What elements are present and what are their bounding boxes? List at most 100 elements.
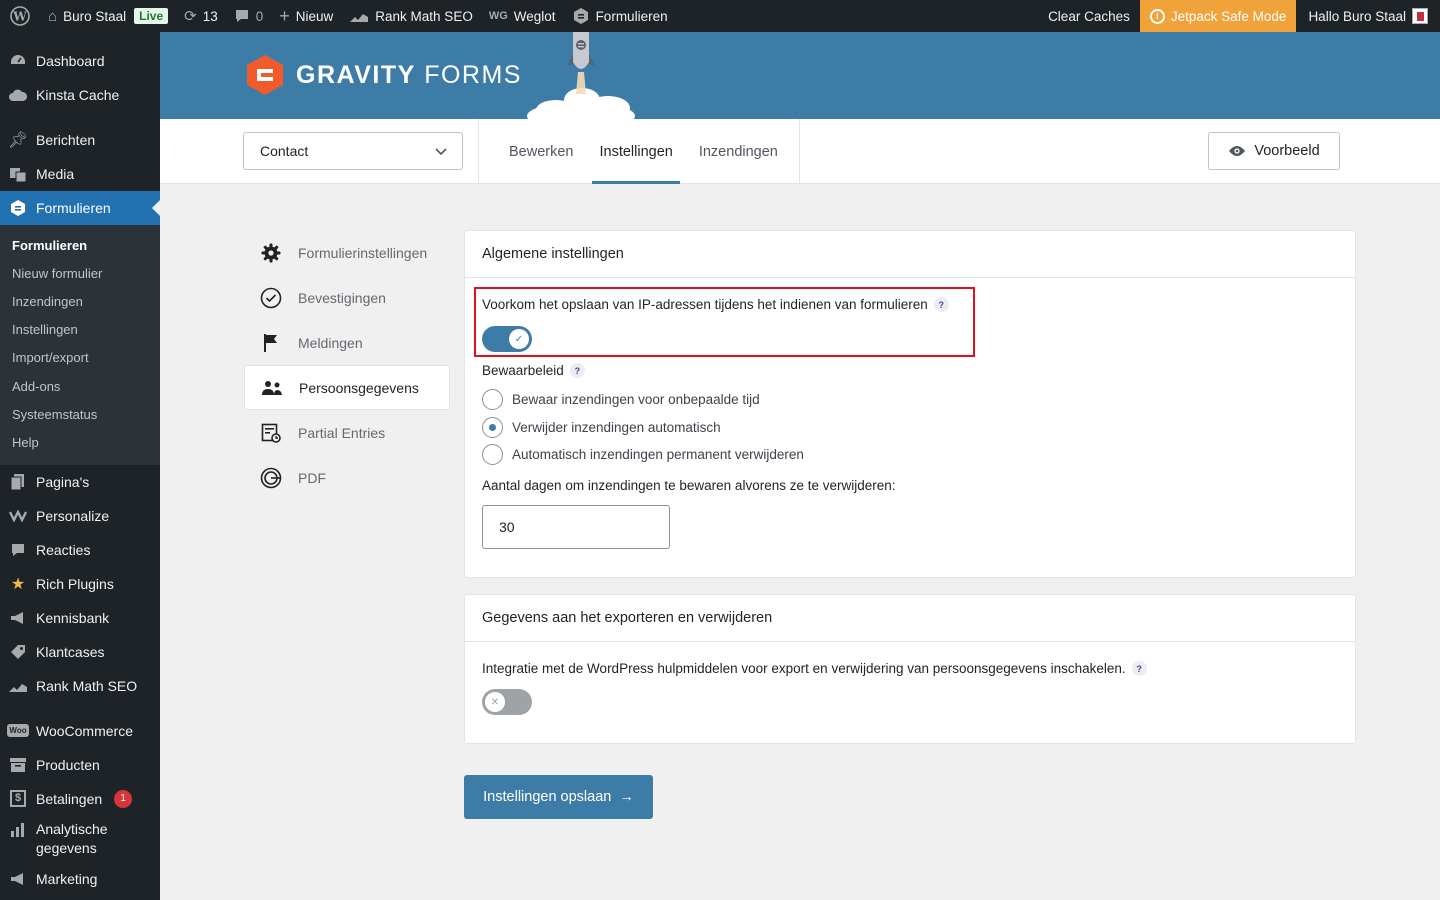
new-content-link[interactable]: + Nieuw: [271, 0, 341, 32]
sidebar-item-marketing[interactable]: Marketing: [0, 862, 160, 896]
settings-nav-meldingen[interactable]: Meldingen: [244, 320, 450, 365]
save-label: Instellingen opslaan: [483, 789, 612, 805]
comment-icon: [8, 540, 28, 560]
radio-button[interactable]: [482, 416, 503, 438]
sidebar-item-personalize[interactable]: Personalize: [0, 499, 160, 533]
chevron-down-icon: [435, 148, 447, 156]
formulieren-submenu: Formulieren Nieuw formulier Inzendingen …: [0, 225, 160, 465]
close-icon: ✕: [485, 692, 505, 712]
sidebar-item-label: Betalingen: [36, 790, 103, 807]
sidebar-item-woocommerce[interactable]: Woo WooCommerce: [0, 714, 160, 748]
integration-text: Integratie met de WordPress hulpmiddelen…: [482, 661, 1126, 676]
form-toolbar: Contact Bewerken Instellingen Inzendinge…: [160, 119, 1440, 184]
days-value: 30: [499, 519, 515, 535]
export-settings-panel: Gegevens aan het exporteren en verwijder…: [464, 594, 1356, 744]
submenu-item-inzendingen[interactable]: Inzendingen: [0, 287, 160, 315]
weglot-label: Weglot: [513, 8, 556, 24]
sidebar-item-label: Kennisbank: [36, 609, 110, 626]
sidebar-item-berichten[interactable]: 📌︎ Berichten: [0, 123, 160, 157]
sidebar-item-media[interactable]: Media: [0, 157, 160, 191]
jetpack-label: Jetpack Safe Mode: [1170, 8, 1287, 24]
sidebar-item-label: Berichten: [36, 132, 96, 148]
gravity-forms-icon: [573, 8, 588, 24]
panel-title: Gegevens aan het exporteren en verwijder…: [465, 595, 1355, 642]
tab-bewerken[interactable]: Bewerken: [502, 119, 580, 184]
radio-label: Bewaar inzendingen voor onbepaalde tijd: [512, 392, 760, 408]
settings-nav-partial-entries[interactable]: Partial Entries: [244, 410, 450, 455]
sidebar-item-formulieren[interactable]: Formulieren: [0, 191, 160, 225]
form-switcher-select[interactable]: Contact: [243, 132, 463, 170]
help-icon[interactable]: ?: [569, 363, 585, 378]
rankmath-icon: [350, 14, 369, 22]
live-badge: Live: [134, 8, 169, 24]
updates-count: 13: [202, 8, 218, 24]
sidebar-item-reacties[interactable]: Reacties: [0, 533, 160, 567]
submenu-item-import-export[interactable]: Import/export: [0, 344, 160, 372]
sidebar-item-label: Klantcases: [36, 643, 105, 660]
tab-instellingen[interactable]: Instellingen: [592, 119, 681, 184]
days-input[interactable]: 30: [482, 505, 670, 549]
settings-nav-label: Formulierinstellingen: [298, 244, 428, 261]
sidebar-item-producten[interactable]: Producten: [0, 748, 160, 782]
sidebar-item-dashboard[interactable]: Dashboard: [0, 44, 160, 78]
sidebar-item-label: Reacties: [36, 541, 91, 558]
sidebar-item-label: Rich Plugins: [36, 575, 114, 592]
dashboard-icon: [8, 51, 28, 71]
avatar: [1412, 8, 1428, 24]
forms-link[interactable]: Formulieren: [564, 0, 676, 32]
sidebar-item-paginas[interactable]: Pagina's: [0, 465, 160, 499]
submenu-item-add-ons[interactable]: Add-ons: [0, 372, 160, 400]
submenu-item-formulieren[interactable]: Formulieren: [0, 231, 160, 259]
submenu-item-nieuw-formulier[interactable]: Nieuw formulier: [0, 259, 160, 287]
settings-nav-persoonsgegevens[interactable]: Persoonsgegevens: [244, 365, 450, 410]
radio-button[interactable]: [482, 444, 503, 466]
wordpress-logo-button[interactable]: W: [0, 0, 40, 32]
my-account-menu[interactable]: Hallo Buro Staal: [1296, 0, 1440, 32]
people-icon: [261, 377, 283, 399]
sidebar-item-kinsta-cache[interactable]: Kinsta Cache: [0, 78, 160, 112]
gravity-forms-logo: GRAVITY FORMS: [244, 54, 522, 96]
comments-link[interactable]: 0: [226, 0, 272, 32]
settings-nav-label: Partial Entries: [298, 424, 386, 441]
help-icon[interactable]: ?: [1131, 661, 1147, 676]
submenu-item-systeemstatus[interactable]: Systeemstatus: [0, 400, 160, 428]
submenu-item-instellingen[interactable]: Instellingen: [0, 316, 160, 344]
retention-option-keep[interactable]: Bewaar inzendingen voor onbepaalde tijd: [482, 386, 804, 414]
sidebar-item-analytische-gegevens[interactable]: Analytische gegevens: [0, 816, 160, 862]
site-name-link[interactable]: ⌂ Buro Staal Live: [40, 0, 176, 32]
tab-inzendingen[interactable]: Inzendingen: [692, 119, 785, 184]
save-settings-button[interactable]: Instellingen opslaan →: [464, 775, 653, 819]
rankmath-link[interactable]: Rank Math SEO: [341, 0, 481, 32]
preview-label: Voorbeeld: [1254, 143, 1320, 159]
retention-option-delete[interactable]: Verwijder inzendingen automatisch: [482, 414, 804, 442]
rocket-illustration: [527, 32, 635, 119]
sidebar-item-klantcases[interactable]: Klantcases: [0, 635, 160, 669]
toolbar-divider: [799, 119, 800, 184]
updates-link[interactable]: ⟳ 13: [176, 0, 226, 32]
settings-nav-label: Persoonsgegevens: [299, 379, 419, 396]
weglot-link[interactable]: WG Weglot: [481, 0, 564, 32]
sidebar-item-betalingen[interactable]: $ Betalingen 1: [0, 782, 160, 816]
integration-toggle[interactable]: ✕: [482, 689, 532, 715]
sidebar-item-rich-plugins[interactable]: ★ Rich Plugins: [0, 567, 160, 601]
sidebar-item-rank-math-seo[interactable]: Rank Math SEO: [0, 669, 160, 703]
preview-button[interactable]: Voorbeeld: [1208, 132, 1340, 170]
settings-nav-bevestigingen[interactable]: Bevestigingen: [244, 275, 450, 320]
home-icon: ⌂: [48, 7, 58, 25]
woo-icon: Woo: [7, 721, 29, 741]
sidebar-item-label: Formulieren: [36, 200, 111, 216]
sidebar-item-label: WooCommerce: [36, 722, 133, 739]
jetpack-safe-mode-button[interactable]: i Jetpack Safe Mode: [1139, 0, 1297, 32]
chart-icon: [8, 676, 28, 696]
wordpress-icon: W: [10, 6, 30, 26]
submenu-item-help[interactable]: Help: [0, 428, 160, 456]
sidebar-item-kennisbank[interactable]: Kennisbank: [0, 601, 160, 635]
settings-nav-formulierinstellingen[interactable]: Formulierinstellingen: [244, 230, 450, 275]
settings-nav-pdf[interactable]: PDF: [244, 455, 450, 500]
retention-option-trash[interactable]: Automatisch inzendingen permanent verwij…: [482, 441, 804, 469]
partial-entries-icon: [260, 422, 282, 444]
dollar-icon: $: [8, 789, 28, 809]
radio-button[interactable]: [482, 389, 503, 411]
clear-caches-button[interactable]: Clear Caches: [1038, 0, 1140, 32]
site-name: Buro Staal: [63, 8, 127, 24]
